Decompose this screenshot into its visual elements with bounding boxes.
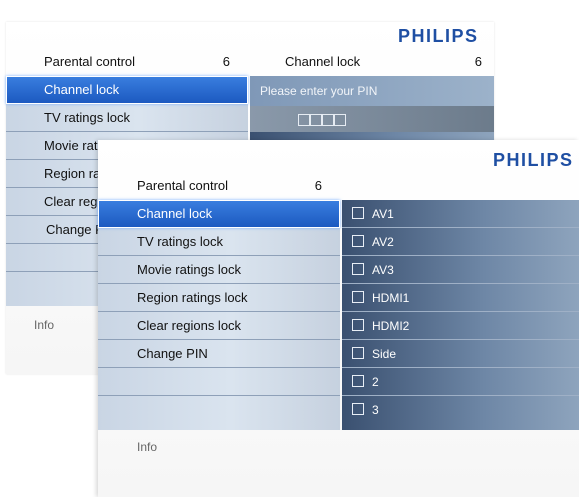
menu-item-tv-ratings-lock[interactable]: TV ratings lock	[6, 104, 248, 132]
right-header-title: Channel lock	[285, 54, 361, 69]
pin-digit-box	[334, 114, 346, 126]
info-label: Info	[34, 318, 55, 332]
menu-item-change-pin[interactable]: Change PIN	[98, 340, 340, 368]
checkbox[interactable]	[352, 347, 364, 359]
checkbox[interactable]	[352, 235, 364, 247]
info-label: Info	[137, 440, 158, 454]
checkbox[interactable]	[352, 319, 364, 331]
checkbox[interactable]	[352, 375, 364, 387]
menu-item-tv-ratings-lock[interactable]: TV ratings lock	[98, 228, 340, 256]
channel-row[interactable]: HDMI1	[342, 284, 579, 312]
menu-header-count: 6	[314, 178, 322, 193]
checkbox[interactable]	[352, 291, 364, 303]
channel-row[interactable]: 3	[342, 396, 579, 424]
menu-item-channel-lock[interactable]: Channel lock	[6, 76, 248, 104]
channel-list-panel: AV1 AV2 AV3 HDMI1 HDMI2 Side 2 3	[342, 200, 579, 430]
philips-logo: PHILIPS	[398, 26, 479, 46]
philips-logo: PHILIPS	[493, 150, 574, 170]
channel-row[interactable]: Side	[342, 340, 579, 368]
front-menu-screen: PHILIPS Parental control 6 Channel lock …	[98, 140, 579, 497]
checkbox[interactable]	[352, 207, 364, 219]
front-menu-list: Channel lock TV ratings lock Movie ratin…	[98, 200, 340, 430]
pin-digit-box	[310, 114, 322, 126]
channel-row[interactable]: AV3	[342, 256, 579, 284]
right-header-count: 6	[474, 54, 482, 69]
checkbox[interactable]	[352, 403, 364, 415]
channel-row[interactable]: AV1	[342, 200, 579, 228]
menu-item-empty	[98, 396, 340, 424]
pin-prompt: Please enter your PIN	[250, 76, 494, 106]
channel-row[interactable]: AV2	[342, 228, 579, 256]
menu-item-movie-ratings-lock[interactable]: Movie ratings lock	[98, 256, 340, 284]
pin-digit-box	[322, 114, 334, 126]
menu-header-title: Parental control	[137, 178, 229, 193]
pin-digit-box	[298, 114, 310, 126]
channel-row[interactable]: 2	[342, 368, 579, 396]
checkbox[interactable]	[352, 263, 364, 275]
menu-item-region-ratings-lock[interactable]: Region ratings lock	[98, 284, 340, 312]
menu-item-channel-lock[interactable]: Channel lock	[98, 200, 340, 228]
menu-header-count: 6	[222, 54, 230, 69]
menu-item-empty	[98, 368, 340, 396]
pin-input[interactable]	[250, 106, 494, 132]
menu-item-clear-regions-lock[interactable]: Clear regions lock	[98, 312, 340, 340]
channel-row[interactable]: HDMI2	[342, 312, 579, 340]
menu-header-title: Parental control	[44, 54, 136, 69]
